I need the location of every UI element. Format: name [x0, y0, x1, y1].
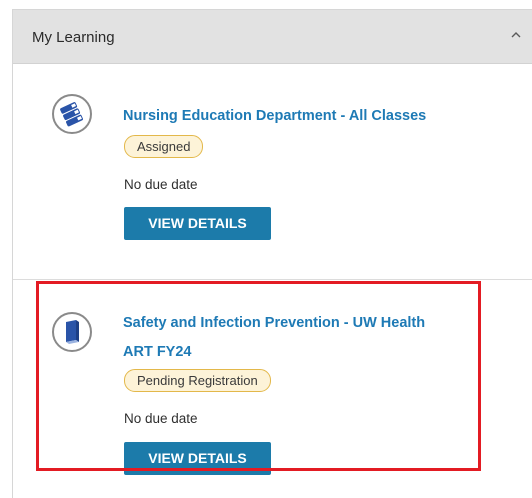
view-details-button[interactable]: VIEW DETAILS	[124, 442, 271, 475]
course-title-link[interactable]: Safety and Infection Prevention - UW Hea…	[123, 309, 473, 367]
due-date-text: No due date	[124, 411, 198, 426]
status-badge: Assigned	[124, 135, 204, 158]
panel-header[interactable]: My Learning	[13, 10, 532, 64]
my-learning-panel: My Learning Nursing Education Department…	[12, 9, 532, 498]
panel-title: My Learning	[32, 29, 115, 46]
course-title-line-1: Safety and Infection Prevention - UW Hea…	[123, 315, 426, 331]
books-stack-icon	[52, 94, 92, 134]
book-icon	[52, 312, 92, 352]
chevron-up-icon[interactable]	[509, 28, 523, 42]
view-details-button[interactable]: VIEW DETAILS	[124, 207, 271, 240]
due-date-text: No due date	[124, 177, 198, 192]
course-title-link[interactable]: Nursing Education Department - All Class…	[123, 102, 473, 131]
learning-item: Safety and Infection Prevention - UW Hea…	[13, 280, 532, 498]
learning-item: Nursing Education Department - All Class…	[13, 64, 532, 280]
status-badge: Pending Registration	[124, 369, 271, 392]
course-title-line-2: ART FY24	[123, 344, 192, 360]
